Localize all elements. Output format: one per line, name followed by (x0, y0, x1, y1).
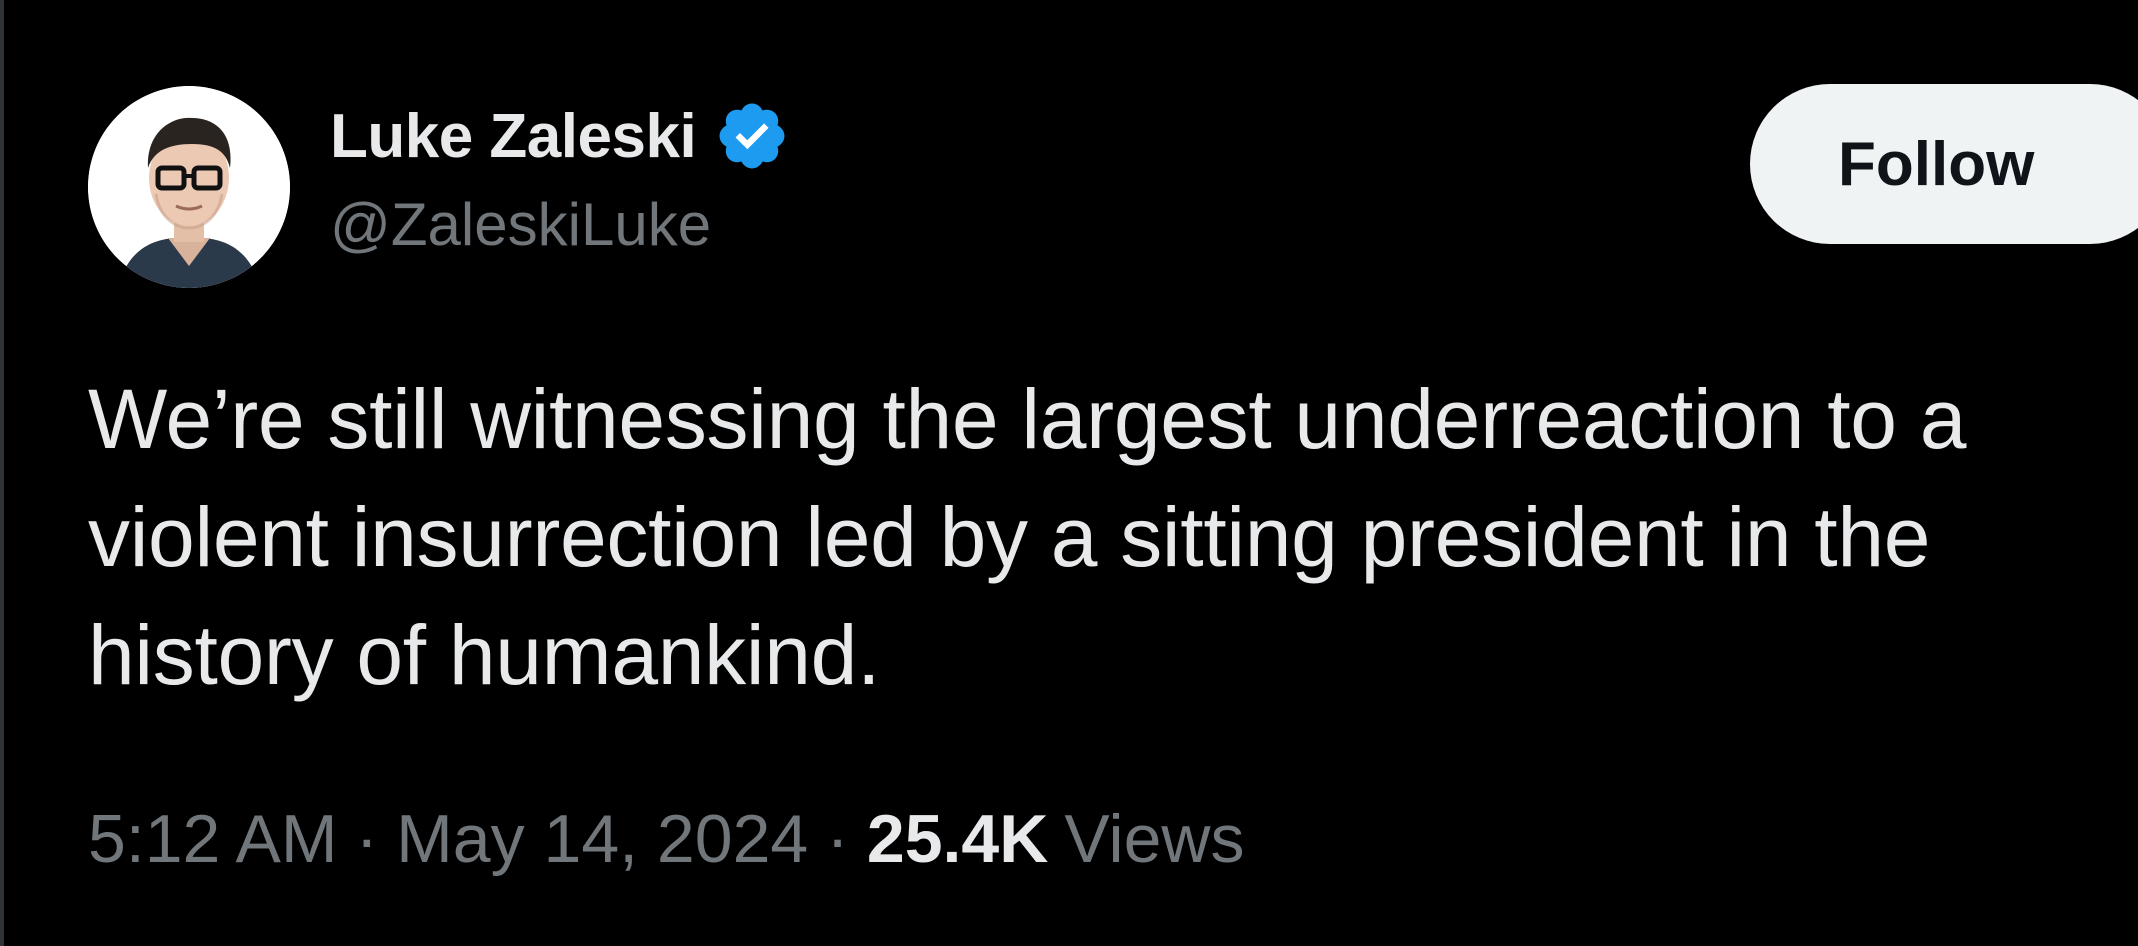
meta-separator: · (355, 801, 379, 877)
tweet-time[interactable]: 5:12 AM (88, 800, 338, 878)
verified-badge-icon[interactable] (714, 98, 790, 174)
tweet-meta: 5:12 AM · May 14, 2024 · 25.4K Views (88, 800, 1245, 878)
author-name-row[interactable]: Luke Zaleski (330, 96, 790, 176)
left-border (0, 0, 4, 946)
avatar-illustration (88, 86, 290, 288)
author-handle[interactable]: @ZaleskiLuke (330, 190, 711, 259)
follow-button[interactable]: Follow (1750, 84, 2138, 244)
author-display-name[interactable]: Luke Zaleski (330, 101, 697, 172)
tweet-text: We’re still witnessing the largest under… (88, 372, 1967, 702)
profile-avatar[interactable] (88, 86, 290, 288)
views-label[interactable]: Views (1064, 800, 1244, 878)
tweet-date[interactable]: May 14, 2024 (396, 800, 808, 878)
views-count[interactable]: 25.4K (867, 800, 1048, 878)
meta-separator: · (826, 801, 849, 877)
